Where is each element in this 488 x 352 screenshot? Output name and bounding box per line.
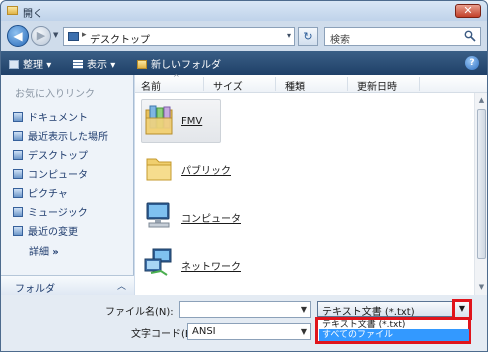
navigation-row: ◀ ▶ ▼ ▸ デスクトップ ▾ ↻ 検索 [1,21,487,51]
list-item-network[interactable]: ネットワーク [141,243,471,287]
list-item-public[interactable]: パブリック [141,147,471,191]
documents-icon [13,112,23,122]
back-button[interactable]: ◀ [7,25,29,47]
chevron-up-icon: ︿ [116,282,126,292]
favorite-links-header: お気に入りリンク [15,89,95,100]
notepad-icon [7,6,18,15]
filetype-select[interactable]: テキスト文書 (*.txt) [317,301,454,318]
list-item-computer[interactable]: コンピュータ [141,195,471,239]
chevron-down-icon[interactable]: ▾ [287,31,291,40]
search-placeholder: 検索 [330,35,350,46]
sidebar-item-label: ドキュメント [28,113,88,124]
sidebar-item-label: ピクチャ [28,189,68,200]
recent-places-icon [13,131,23,141]
chevron-down-icon[interactable]: ▼ [301,327,307,336]
column-type[interactable]: 種類 [285,78,305,93]
scroll-down-icon[interactable]: ▼ [476,282,487,293]
scroll-up-icon[interactable]: ▲ [476,95,487,106]
desktop-icon [68,32,79,41]
address-bar[interactable]: ▸ デスクトップ ▾ [63,27,295,46]
computer-icon [146,202,170,228]
sidebar-item-recently-changed[interactable]: 最近の変更 [13,223,78,239]
column-divider[interactable] [347,77,348,91]
window-title: 開く [23,9,43,20]
views-label: 表示 [87,60,107,71]
vertical-scrollbar[interactable]: ▲ ▼ [474,93,487,295]
filetype-option-all-files[interactable]: すべてのファイル [319,329,469,341]
more-label: 詳細 [29,247,49,258]
new-folder-label: 新しいフォルダ [151,60,221,71]
file-name[interactable]: コンピュータ [181,210,241,225]
scroll-thumb[interactable] [477,109,486,259]
sidebar-item-desktop[interactable]: デスクトップ [13,147,88,163]
organize-label: 整理 [23,60,43,71]
filename-label: ファイル名(N): [105,307,174,318]
filetype-dropdown-list: テキスト文書 (*.txt) すべてのファイル [315,317,471,344]
help-icon[interactable]: ? [465,56,479,70]
breadcrumb-separator[interactable]: ▸ [82,30,87,40]
command-toolbar: 整理 ▾ 表示 ▾ 新しいフォルダ ? [1,51,487,75]
views-icon [73,60,83,69]
encoding-select[interactable]: ANSI ▼ [187,323,311,340]
desktop-icon [13,150,23,160]
sidebar-item-pictures[interactable]: ピクチャ [13,185,68,201]
search-icon[interactable] [464,30,476,42]
filetype-value: テキスト文書 (*.txt) [322,307,415,318]
music-icon [13,207,23,217]
computer-icon [13,169,23,179]
chevron-down-icon[interactable]: ▼ [301,305,307,314]
more-link[interactable]: 詳細 » [29,243,59,258]
sidebar-item-computer[interactable]: コンピュータ [13,166,88,182]
dialog-footer: ファイル名(N): ▼ テキスト文書 (*.txt) ▼ 文字コード(E): A… [1,295,487,351]
chevron-down-icon: ▾ [110,60,116,71]
recently-changed-icon [13,226,23,236]
sidebar-item-label: デスクトップ [28,151,88,162]
folders-toggle[interactable]: フォルダ ︿ [1,275,134,295]
folders-label: フォルダ [15,284,55,295]
file-name[interactable]: FMV [181,116,202,127]
organize-button[interactable]: 整理 ▾ [9,56,51,71]
pictures-icon [13,188,23,198]
navigation-pane: お気に入りリンク ドキュメント 最近表示した場所 デスクトップ コンピュータ ピ… [1,75,134,295]
folder-icon [146,158,172,181]
title-bar: 開く ✕ [1,1,487,21]
open-dialog: 開く ✕ ◀ ▶ ▼ ▸ デスクトップ ▾ ↻ 検索 整理 ▾ 表示 ▾ 新しい… [0,0,488,352]
history-dropdown-icon[interactable]: ▼ [53,31,61,39]
column-divider[interactable] [275,77,276,91]
sort-ascending-icon: ^ [173,73,180,82]
refresh-button[interactable]: ↻ [298,27,318,46]
network-icon [144,248,172,276]
new-folder-button[interactable]: 新しいフォルダ [137,56,221,71]
sidebar-item-label: ミュージック [28,208,88,219]
encoding-value: ANSI [192,326,216,337]
sidebar-item-label: 最近表示した場所 [28,132,108,143]
sidebar-item-label: 最近の変更 [28,227,78,238]
sidebar-item-label: コンピュータ [28,170,88,181]
column-size[interactable]: サイズ [213,78,243,93]
column-name[interactable]: 名前 [141,78,161,93]
file-list-pane: 名前 ^ サイズ 種類 更新日時 FMV パブリック コンピュータ ネットワーク… [135,73,487,295]
close-button[interactable]: ✕ [455,4,481,18]
column-divider[interactable] [203,77,204,91]
column-header: 名前 ^ サイズ 種類 更新日時 [135,73,487,93]
file-name[interactable]: ネットワーク [181,258,241,273]
file-name[interactable]: パブリック [181,162,231,177]
forward-button[interactable]: ▶ [31,26,51,46]
double-chevron-icon: » [52,247,59,258]
views-button[interactable]: 表示 ▾ [73,56,115,71]
sidebar-item-music[interactable]: ミュージック [13,204,88,220]
address-location[interactable]: デスクトップ [90,31,150,46]
column-modified[interactable]: 更新日時 [357,78,397,93]
sidebar-item-recent-places[interactable]: 最近表示した場所 [13,128,108,144]
folder-documents-icon [145,105,173,135]
filename-input[interactable]: ▼ [179,301,311,318]
sidebar-item-documents[interactable]: ドキュメント [13,109,88,125]
organize-icon [9,60,19,69]
chevron-down-icon: ▾ [46,60,52,71]
column-divider[interactable] [419,77,420,91]
search-input[interactable]: 検索 [324,27,481,46]
new-folder-icon [137,60,147,69]
